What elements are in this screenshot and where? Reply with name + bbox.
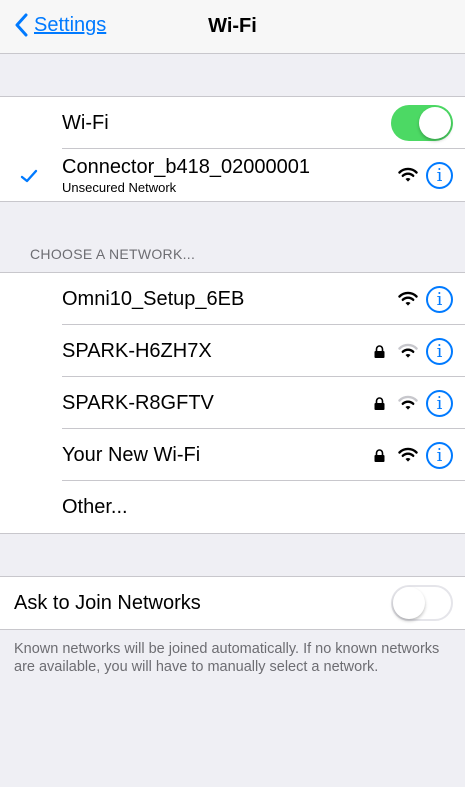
- wifi-toggle-switch[interactable]: [391, 105, 453, 141]
- info-icon[interactable]: i: [426, 161, 453, 189]
- ask-to-join-toggle-switch[interactable]: [391, 585, 453, 621]
- ask-to-join-group: Ask to Join Networks: [0, 576, 465, 630]
- connected-network-text: Connector_b418_02000001 Unsecured Networ…: [62, 156, 310, 195]
- info-icon[interactable]: i: [426, 285, 453, 313]
- network-accessories: i: [374, 325, 453, 377]
- network-row-omni10[interactable]: Omni10_Setup_6EB i: [0, 273, 465, 325]
- network-accessories: i: [374, 429, 453, 481]
- other-network-row[interactable]: Other...: [0, 481, 465, 533]
- wifi-weak-icon: [398, 395, 418, 410]
- connected-network-row[interactable]: Connector_b418_02000001 Unsecured Networ…: [0, 149, 465, 201]
- wifi-icon: [398, 447, 418, 462]
- wifi-toggle-label: Wi-Fi: [62, 111, 109, 134]
- wifi-icon: [398, 167, 418, 182]
- connected-network-accessories: i: [398, 149, 453, 201]
- toggle-knob: [419, 107, 451, 139]
- info-icon[interactable]: i: [426, 441, 453, 469]
- network-accessories: i: [398, 273, 453, 325]
- lock-icon: [374, 448, 385, 462]
- info-icon[interactable]: i: [426, 389, 453, 417]
- toggle-knob: [393, 587, 425, 619]
- checkmark-icon: [20, 169, 38, 183]
- network-accessories: i: [374, 377, 453, 429]
- network-name: Your New Wi-Fi: [62, 443, 201, 466]
- ask-to-join-label: Ask to Join Networks: [14, 591, 201, 614]
- choose-network-header: CHOOSE A NETWORK...: [30, 246, 196, 262]
- network-list: Omni10_Setup_6EB i SPARK-H6ZH7X i SPARK-…: [0, 272, 465, 534]
- wifi-status-group: Wi-Fi Connector_b418_02000001 Unsecured …: [0, 96, 465, 202]
- network-row-spark-h6zh7x[interactable]: SPARK-H6ZH7X i: [0, 325, 465, 377]
- page-title: Wi-Fi: [208, 15, 257, 37]
- wifi-weak-icon: [398, 343, 418, 358]
- navigation-bar: Settings Wi-Fi: [0, 0, 465, 54]
- wifi-icon: [398, 291, 418, 306]
- connected-network-name: Connector_b418_02000001: [62, 155, 310, 178]
- lock-icon: [374, 344, 385, 358]
- ask-to-join-footer: Known networks will be joined automatica…: [14, 641, 440, 675]
- lock-icon: [374, 396, 385, 410]
- network-name: SPARK-R8GFTV: [62, 391, 214, 414]
- connected-network-subtitle: Unsecured Network: [62, 179, 177, 195]
- network-row-spark-r8gftv[interactable]: SPARK-R8GFTV i: [0, 377, 465, 429]
- wifi-toggle-row: Wi-Fi: [0, 97, 465, 149]
- ask-to-join-toggle-container: [391, 577, 453, 629]
- network-name: Omni10_Setup_6EB: [62, 287, 245, 310]
- ask-to-join-row: Ask to Join Networks: [0, 577, 465, 629]
- network-row-your-new-wifi[interactable]: Your New Wi-Fi i: [0, 429, 465, 481]
- network-name: SPARK-H6ZH7X: [62, 339, 212, 362]
- other-network-label: Other...: [62, 495, 128, 518]
- info-icon[interactable]: i: [426, 337, 453, 365]
- wifi-toggle-container: [391, 97, 453, 149]
